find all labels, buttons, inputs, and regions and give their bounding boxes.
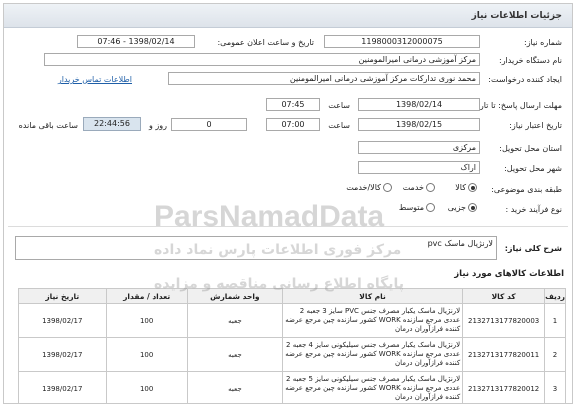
header-quantity: تعداد / مقدار <box>105 288 188 304</box>
process-option-minor[interactable]: جزیی <box>448 203 477 212</box>
row-number: 2 <box>544 337 566 372</box>
item-unit: جعبه <box>186 303 283 338</box>
table-row: 3 2132713177820012 لارنژیال ماسک یکبار م… <box>18 371 566 403</box>
category-label: طبقه بندی موضوعی: <box>491 185 562 194</box>
radio-empty-icon <box>383 183 392 192</box>
validity-date-field[interactable]: 1398/02/15 <box>358 118 480 131</box>
item-code: 2132713177820003 <box>462 303 546 338</box>
send-time-label: ساعت <box>328 101 350 110</box>
item-quantity: 100 <box>105 371 188 403</box>
item-quantity: 100 <box>105 337 188 372</box>
remaining-label: ساعت باقی مانده <box>18 121 78 130</box>
need-details-panel: جزئیات اطلاعات نیاز شماره نیاز: 11980003… <box>3 3 573 404</box>
header-unit: واحد شمارش <box>186 288 283 304</box>
province-field[interactable]: مرکزی <box>358 141 480 154</box>
divider <box>8 226 568 227</box>
creator-field[interactable]: محمد نوری تدارکات مرکز آموزشی درمانی امی… <box>168 72 480 85</box>
announce-datetime-field[interactable]: 1398/02/14 - 07:46 <box>77 35 195 48</box>
days-label: روز و <box>149 121 167 130</box>
radio-empty-icon <box>426 203 435 212</box>
city-label: شهر محل تحویل: <box>504 164 562 173</box>
row-number: 3 <box>544 371 566 403</box>
radio-empty-icon <box>426 183 435 192</box>
need-number-field[interactable]: 1198000312000075 <box>324 35 480 48</box>
item-need-date: 1398/02/17 <box>18 303 107 338</box>
category-option-service[interactable]: خدمت <box>403 183 435 192</box>
send-deadline-label: مهلت ارسال پاسخ: تا تاریخ: <box>469 101 562 110</box>
buyer-contact-link[interactable]: اطلاعات تماس خریدار <box>58 75 132 84</box>
validity-time-field[interactable]: 07:00 <box>266 118 320 131</box>
item-name: لارنژیال ماسک یکبار مصرف جنس سیلیکونی سا… <box>281 371 464 403</box>
item-need-date: 1398/02/17 <box>18 337 107 372</box>
header-need-date: تاریخ نیاز <box>18 288 107 304</box>
items-section-title: اطلاعات کالاهای مورد نیاز <box>454 269 564 279</box>
city-field[interactable]: اراک <box>358 161 480 174</box>
items-table-header: ردیف کد کالا نام کالا واحد شمارش تعداد /… <box>18 288 566 304</box>
buyer-label: نام دستگاه خریدار: <box>499 56 562 65</box>
buyer-field[interactable]: مرکز آموزشی درمانی امیرالمومنین <box>44 53 480 66</box>
creator-label: ایجاد کننده درخواست: <box>488 75 562 84</box>
province-label: استان محل تحویل: <box>499 144 562 153</box>
validity-label: تاریخ اعتبار نیاز: <box>509 121 562 130</box>
remaining-time-counter: 22:44:56 <box>83 117 141 131</box>
item-unit: جعبه <box>186 337 283 372</box>
radio-selected-icon <box>468 203 477 212</box>
process-label: نوع فرآیند خرید : <box>505 205 562 214</box>
announce-label: تاریخ و ساعت اعلان عمومی: <box>217 38 314 47</box>
items-table: ردیف کد کالا نام کالا واحد شمارش تعداد /… <box>18 288 566 403</box>
description-label: شرح کلی نیاز: <box>504 244 562 253</box>
send-date-field[interactable]: 1398/02/14 <box>358 98 480 111</box>
remaining-days-field: 0 <box>171 118 247 131</box>
item-name: لارنژیال ماسک یکبار مصرف جنس PVC سایز 3 … <box>281 303 464 338</box>
header-item-name: نام کالا <box>281 288 464 304</box>
category-option-goods[interactable]: کالا <box>455 183 477 192</box>
need-number-label: شماره نیاز: <box>524 38 562 47</box>
radio-selected-icon <box>468 183 477 192</box>
table-row: 2 2132713177820011 لارنژیال ماسک یکبار م… <box>18 337 566 372</box>
validity-time-label: ساعت <box>328 121 350 130</box>
header-item-code: کد کالا <box>462 288 546 304</box>
panel-title: جزئیات اطلاعات نیاز <box>4 4 572 28</box>
item-quantity: 100 <box>105 303 188 338</box>
table-row: 1 2132713177820003 لارنژیال ماسک یکبار م… <box>18 303 566 338</box>
row-number: 1 <box>544 303 566 338</box>
item-unit: جعبه <box>186 371 283 403</box>
item-need-date: 1398/02/17 <box>18 371 107 403</box>
item-code: 2132713177820012 <box>462 371 546 403</box>
item-code: 2132713177820011 <box>462 337 546 372</box>
category-option-goods-service[interactable]: کالا/خدمت <box>346 183 392 192</box>
item-name: لارنژیال ماسک یکبار مصرف جنس سیلیکونی سا… <box>281 337 464 372</box>
send-time-field[interactable]: 07:45 <box>266 98 320 111</box>
description-field[interactable]: لارنژیال ماسک pvc <box>15 236 497 260</box>
process-option-medium[interactable]: متوسط <box>399 203 435 212</box>
watermark-logo-text: ParsNamadData <box>154 200 385 233</box>
header-row-number: ردیف <box>544 288 566 304</box>
